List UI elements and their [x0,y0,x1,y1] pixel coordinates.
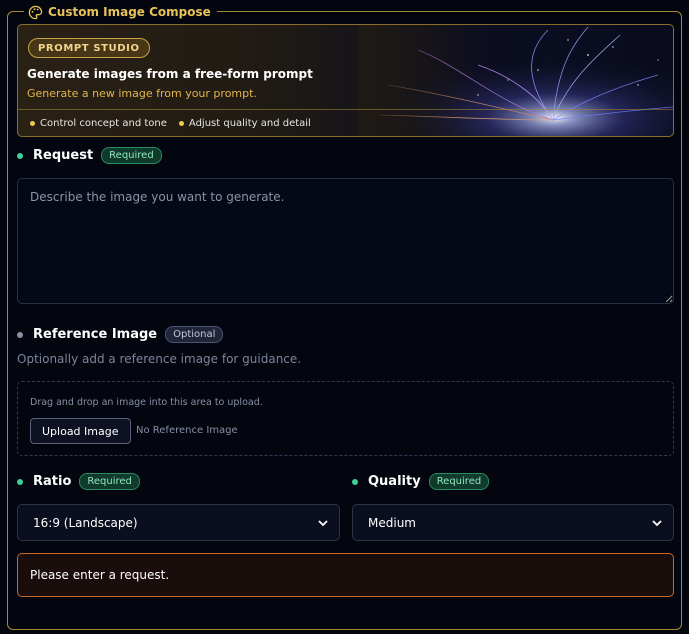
ratio-selected-value: 16:9 (Landscape) [33,515,138,530]
validation-alert: Please enter a request. [17,553,674,597]
banner-subtitle: Generate a new image from your prompt. [27,87,257,100]
request-label-row: Request Required [17,147,162,164]
request-label: Request [33,148,94,163]
chevron-down-icon [652,519,662,526]
prompt-studio-banner: PROMPT STUDIO Generate images from a fre… [17,24,674,137]
banner-artwork [358,25,673,136]
status-dot-icon [17,152,23,159]
chevron-down-icon [318,519,328,526]
image-dropzone[interactable]: Drag and drop an image into this area to… [17,381,674,456]
feature-item: Control concept and tone [30,118,167,129]
quality-label-row: Quality Required [352,473,490,490]
status-dot-icon [17,478,23,485]
reference-label: Reference Image [33,327,158,342]
bullet-icon [178,121,184,126]
feature-label: Control concept and tone [40,118,167,129]
ratio-select[interactable]: 16:9 (Landscape) [17,504,340,541]
panel-title: Custom Image Compose [24,2,217,22]
ratio-label: Ratio [33,474,72,489]
banner-divider [18,109,673,110]
reference-label-row: Reference Image Optional [17,326,224,343]
feature-list: Control concept and tone Adjust quality … [30,118,311,129]
feature-label: Adjust quality and detail [188,118,311,129]
palette-icon [28,5,43,19]
required-badge: Required [79,473,140,490]
status-dot-icon [352,478,358,485]
upload-image-button[interactable]: Upload Image [30,418,131,444]
panel-title-text: Custom Image Compose [48,5,211,19]
dropzone-text: Drag and drop an image into this area to… [30,397,263,408]
reference-help-text: Optionally add a reference image for gui… [17,352,302,366]
banner-title: Generate images from a free-form prompt [27,67,313,81]
prompt-studio-badge: PROMPT STUDIO [28,38,150,58]
required-badge: Required [101,147,162,164]
alert-message: Please enter a request. [30,568,170,582]
ratio-label-row: Ratio Required [17,473,140,490]
required-badge: Required [428,473,490,490]
feature-item: Adjust quality and detail [178,118,311,129]
optional-badge: Optional [165,326,224,343]
quality-label: Quality [368,474,421,489]
reference-status: No Reference Image [136,425,238,436]
status-dot-icon [17,331,23,338]
quality-select[interactable]: Medium [352,504,674,541]
request-input[interactable] [17,178,674,304]
quality-selected-value: Medium [368,515,416,530]
bullet-icon [30,121,35,126]
